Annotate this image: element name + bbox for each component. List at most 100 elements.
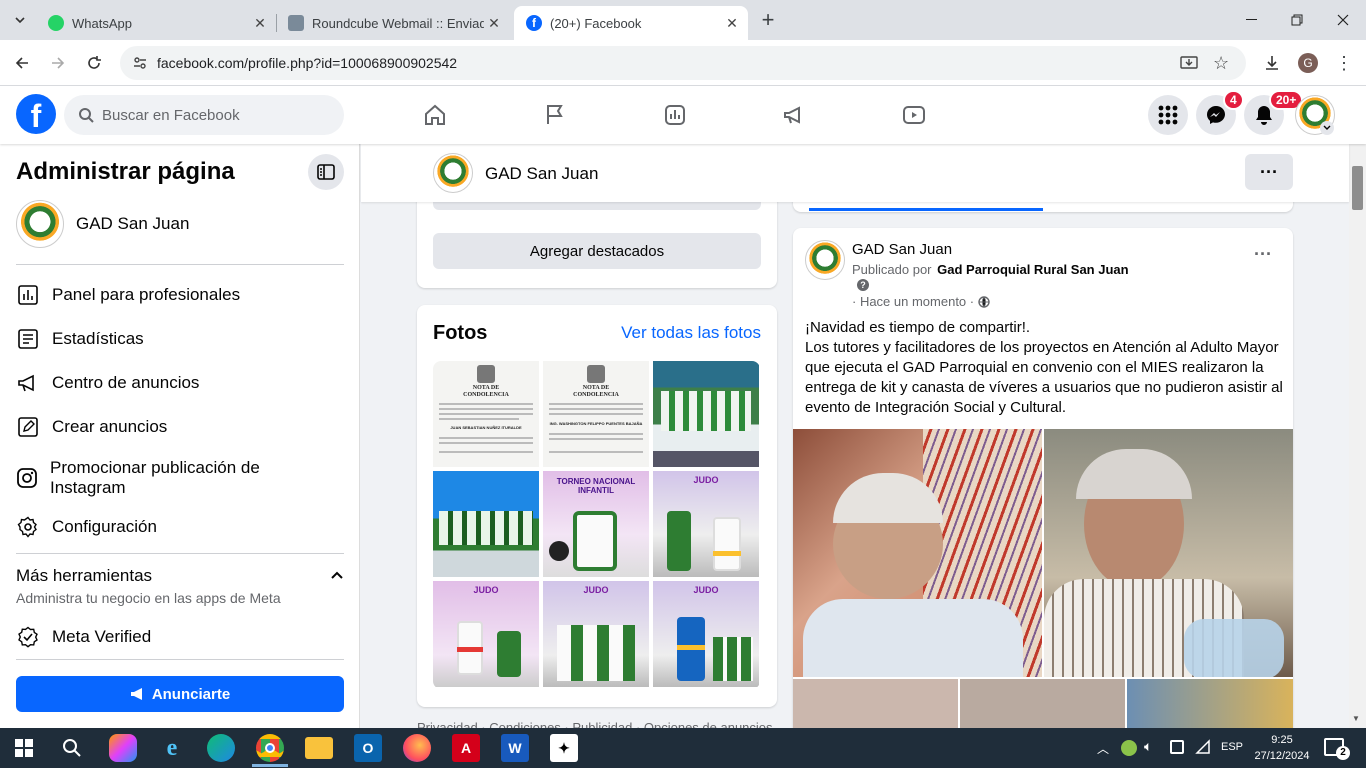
- post-options-button[interactable]: ···: [1245, 244, 1281, 272]
- page-scrollbar[interactable]: ▲ ▼: [1349, 86, 1366, 728]
- judo-banner: JUDO: [473, 585, 499, 595]
- show-hidden-icons[interactable]: ︿: [1097, 740, 1109, 757]
- tab-facebook[interactable]: f (20+) Facebook ✕: [514, 6, 748, 40]
- post-photo[interactable]: [1127, 679, 1293, 728]
- sidebar-item-professional-dashboard[interactable]: Panel para profesionales: [16, 283, 240, 307]
- language-indicator[interactable]: ESP: [1221, 741, 1243, 753]
- tray-app-icon[interactable]: [1121, 740, 1137, 756]
- close-icon[interactable]: ✕: [722, 15, 742, 32]
- internet-explorer-icon[interactable]: e: [158, 734, 186, 762]
- photo-thumbnail[interactable]: NOTA DE CONDOLENCIA ING. WASHINGTON FELIP…: [543, 361, 649, 467]
- photo-thumbnail[interactable]: NOTA DE CONDOLENCIA JUAN SEBASTIAN NUÑEZ …: [433, 361, 539, 467]
- advertise-button[interactable]: Anunciarte: [16, 676, 344, 712]
- outlook-icon[interactable]: O: [354, 734, 382, 762]
- megaphone-icon[interactable]: [779, 100, 809, 130]
- new-tab-button[interactable]: +: [753, 5, 783, 35]
- chevron-up-icon[interactable]: [330, 568, 344, 587]
- photo-thumbnail[interactable]: [653, 361, 759, 467]
- search-icon[interactable]: [58, 734, 86, 762]
- edge-icon[interactable]: [207, 734, 235, 762]
- flag-icon[interactable]: [540, 100, 570, 130]
- clock[interactable]: 9:25 27/12/2024: [1250, 732, 1314, 764]
- tab-roundcube[interactable]: Roundcube Webmail :: Enviados ✕: [276, 6, 510, 40]
- photo-thumbnail[interactable]: [433, 471, 539, 577]
- menu-grid-button[interactable]: [1148, 95, 1188, 135]
- post-author-avatar[interactable]: [805, 240, 845, 280]
- see-all-photos-link[interactable]: Ver todas las fotos: [621, 323, 761, 343]
- add-highlights-button[interactable]: Agregar destacados: [433, 233, 761, 269]
- post-author-name[interactable]: GAD San Juan: [852, 241, 952, 258]
- browser-menu-button[interactable]: ⋮: [1329, 48, 1359, 78]
- search-input[interactable]: Buscar en Facebook: [64, 95, 344, 135]
- restore-button[interactable]: [1274, 0, 1320, 40]
- help-icon[interactable]: ?: [857, 279, 869, 291]
- chevron-down-icon[interactable]: [1320, 121, 1334, 135]
- close-icon[interactable]: ✕: [484, 15, 504, 32]
- published-by-link[interactable]: Gad Parroquial Rural San Juan: [937, 262, 1128, 277]
- bookmark-star-icon[interactable]: ☆: [1213, 53, 1229, 74]
- reload-button[interactable]: [79, 48, 109, 78]
- doc-title: NOTA DE: [472, 385, 500, 391]
- doc-subtitle: CONDOLENCIA: [463, 392, 509, 398]
- copilot-icon[interactable]: [109, 734, 137, 762]
- close-icon[interactable]: ✕: [250, 15, 270, 32]
- post-photo[interactable]: [960, 679, 1125, 728]
- home-icon[interactable]: [420, 100, 450, 130]
- profile-avatar[interactable]: G: [1298, 53, 1318, 73]
- facebook-header: f Buscar en Facebook 4 20+: [0, 86, 1366, 144]
- footer-links[interactable]: Privacidad · Condiciones · Publicidad · …: [417, 720, 773, 728]
- scrollbar-thumb[interactable]: [1352, 166, 1363, 210]
- volume-icon[interactable]: 🔈︎: [1144, 738, 1152, 755]
- post-photo[interactable]: [793, 429, 1042, 677]
- sidebar-item-settings[interactable]: Configuración: [16, 515, 157, 539]
- photo-thumbnail[interactable]: JUDO: [653, 471, 759, 577]
- post-time[interactable]: · Hace un momento ·: [852, 294, 974, 309]
- close-window-button[interactable]: [1320, 0, 1366, 40]
- photo-thumbnail[interactable]: JUDO: [653, 581, 759, 687]
- word-icon[interactable]: W: [501, 734, 529, 762]
- post-photo[interactable]: [1044, 429, 1293, 677]
- sidebar-item-label: Configuración: [52, 517, 157, 536]
- forward-button[interactable]: [43, 48, 73, 78]
- photo-thumbnail[interactable]: TORNEO NACIONAL INFANTIL: [543, 471, 649, 577]
- url-field[interactable]: facebook.com/profile.php?id=100068900902…: [120, 46, 1246, 80]
- photo-thumbnail[interactable]: JUDO: [433, 581, 539, 687]
- sidebar-item-instagram[interactable]: Promocionar publicación de Instagram: [16, 458, 316, 498]
- sidebar-page-link[interactable]: GAD San Juan: [16, 200, 189, 248]
- install-app-icon[interactable]: [1180, 54, 1198, 77]
- site-settings-icon[interactable]: [132, 55, 148, 76]
- downloads-button[interactable]: [1257, 48, 1287, 78]
- firefox-icon[interactable]: [403, 734, 431, 762]
- sidebar-collapse-button[interactable]: [308, 154, 344, 190]
- windows-start-icon[interactable]: [10, 734, 38, 762]
- facebook-logo[interactable]: f: [16, 94, 56, 134]
- sidebar-item-meta-verified[interactable]: Meta Verified: [16, 625, 151, 649]
- sidebar-item-ad-center[interactable]: Centro de anuncios: [16, 371, 199, 395]
- instagram-icon: [16, 466, 38, 490]
- video-icon[interactable]: [899, 100, 929, 130]
- doc-subtitle: CONDOLENCIA: [573, 392, 619, 398]
- file-explorer-icon[interactable]: [305, 737, 333, 759]
- dashboard-icon: [16, 283, 40, 307]
- acrobat-icon[interactable]: A: [452, 734, 480, 762]
- tab-whatsapp[interactable]: WhatsApp ✕: [36, 6, 276, 40]
- inkscape-icon[interactable]: ✦: [550, 734, 578, 762]
- photos-card: Fotos Ver todas las fotos NOTA DE CONDOLE…: [417, 305, 777, 707]
- post-photo[interactable]: [793, 679, 958, 728]
- wifi-icon[interactable]: [1195, 739, 1211, 760]
- more-options-button[interactable]: ···: [1245, 154, 1293, 190]
- sidebar-item-create-ads[interactable]: Crear anuncios: [16, 415, 167, 439]
- insights-icon[interactable]: [660, 100, 690, 130]
- more-tools-section[interactable]: Más herramientas Administra tu negocio e…: [16, 566, 344, 606]
- tab-title: WhatsApp: [72, 15, 132, 31]
- chrome-icon[interactable]: [256, 734, 284, 762]
- photo-thumbnail[interactable]: JUDO: [543, 581, 649, 687]
- page-avatar[interactable]: [433, 153, 473, 193]
- back-button[interactable]: [7, 48, 37, 78]
- minimize-button[interactable]: [1228, 0, 1274, 40]
- page-name[interactable]: GAD San Juan: [485, 164, 598, 184]
- sidebar-item-statistics[interactable]: Estadísticas: [16, 327, 144, 351]
- display-icon[interactable]: [1170, 740, 1184, 754]
- tab-search-button[interactable]: [5, 5, 35, 35]
- verified-badge-icon: [16, 625, 40, 649]
